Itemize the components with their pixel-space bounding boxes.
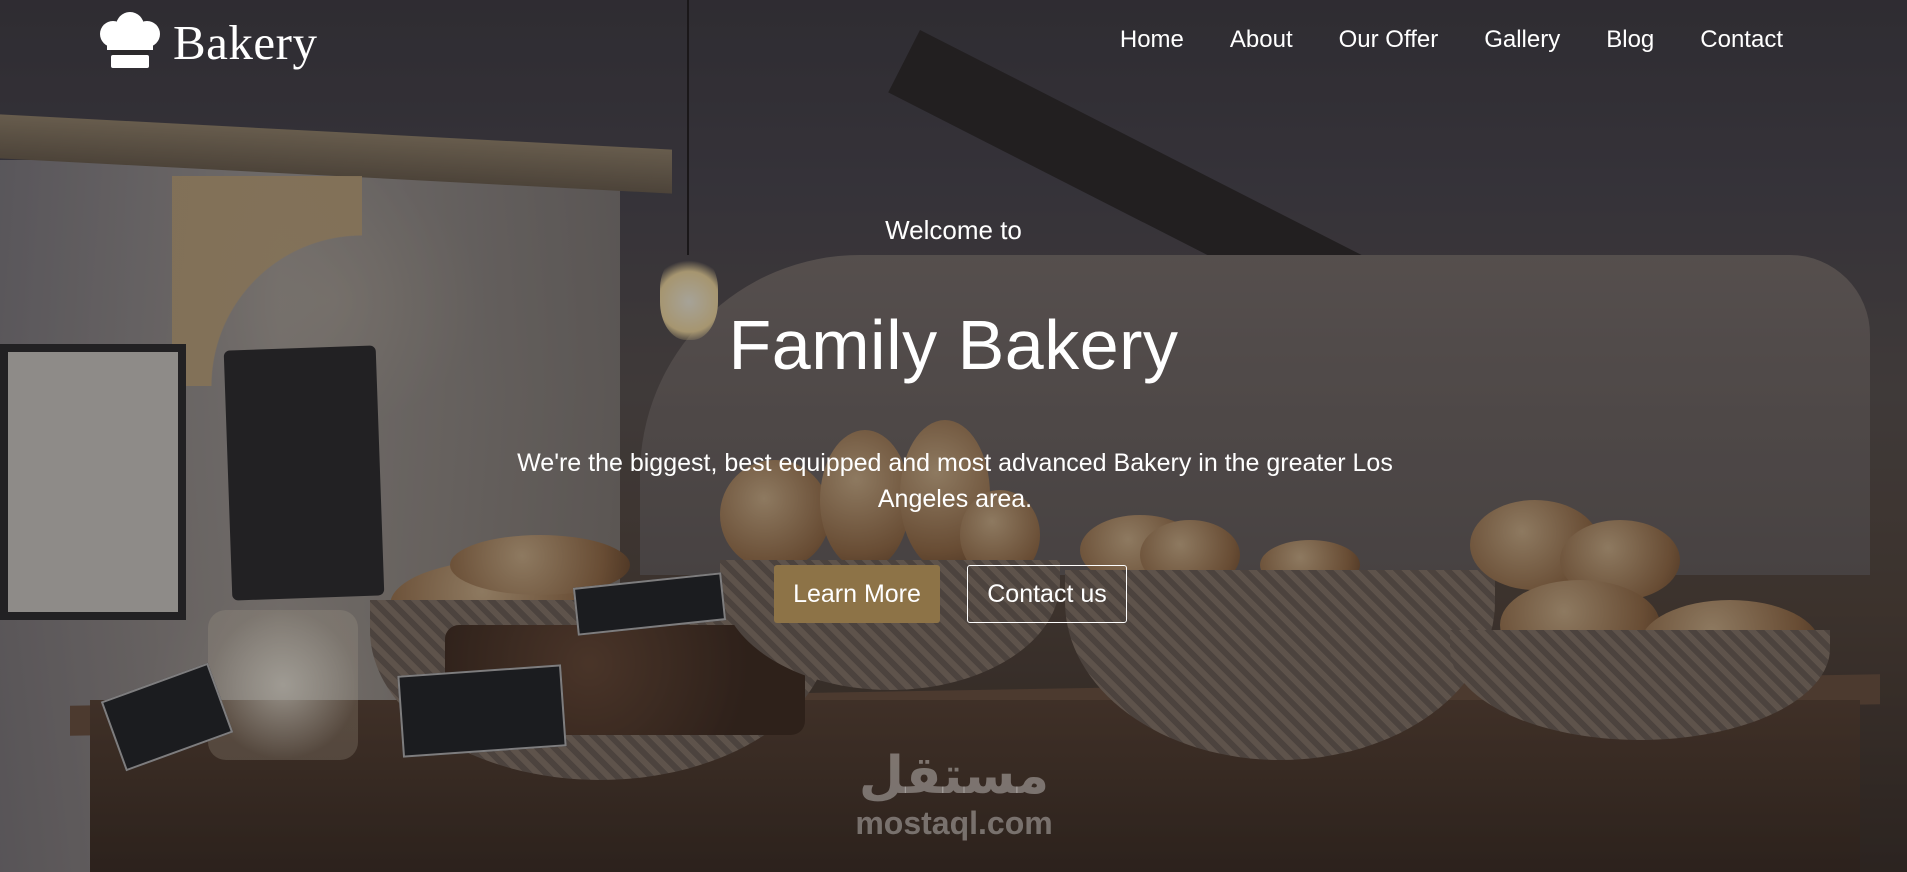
chef-hat-icon	[100, 12, 160, 68]
hero-welcome: Welcome to	[885, 215, 1022, 245]
nav-blog[interactable]: Blog	[1606, 24, 1654, 56]
hero-description: We're the biggest, best equipped and mos…	[517, 449, 1393, 513]
contact-us-button[interactable]: Contact us	[967, 565, 1127, 623]
learn-more-button[interactable]: Learn More	[774, 565, 940, 623]
hero-section: Bakery Home About Our Offer Gallery Blog…	[0, 0, 1907, 872]
hero-overlay	[0, 0, 1907, 872]
nav-home[interactable]: Home	[1120, 24, 1184, 56]
nav-our-offer[interactable]: Our Offer	[1339, 24, 1439, 56]
brand-name: Bakery	[173, 14, 318, 70]
nav-gallery[interactable]: Gallery	[1484, 24, 1560, 56]
nav-about[interactable]: About	[1230, 24, 1293, 56]
main-nav: Home About Our Offer Gallery Blog Contac…	[1120, 24, 1783, 56]
nav-contact[interactable]: Contact	[1700, 24, 1783, 56]
mostaql-watermark: مستقل mostaql.com	[838, 748, 1070, 840]
hero-title: Family Bakery	[728, 306, 1179, 384]
watermark-arabic: مستقل	[858, 746, 1050, 806]
watermark-latin: mostaql.com	[855, 805, 1053, 841]
brand-logo[interactable]: Bakery	[95, 12, 318, 72]
